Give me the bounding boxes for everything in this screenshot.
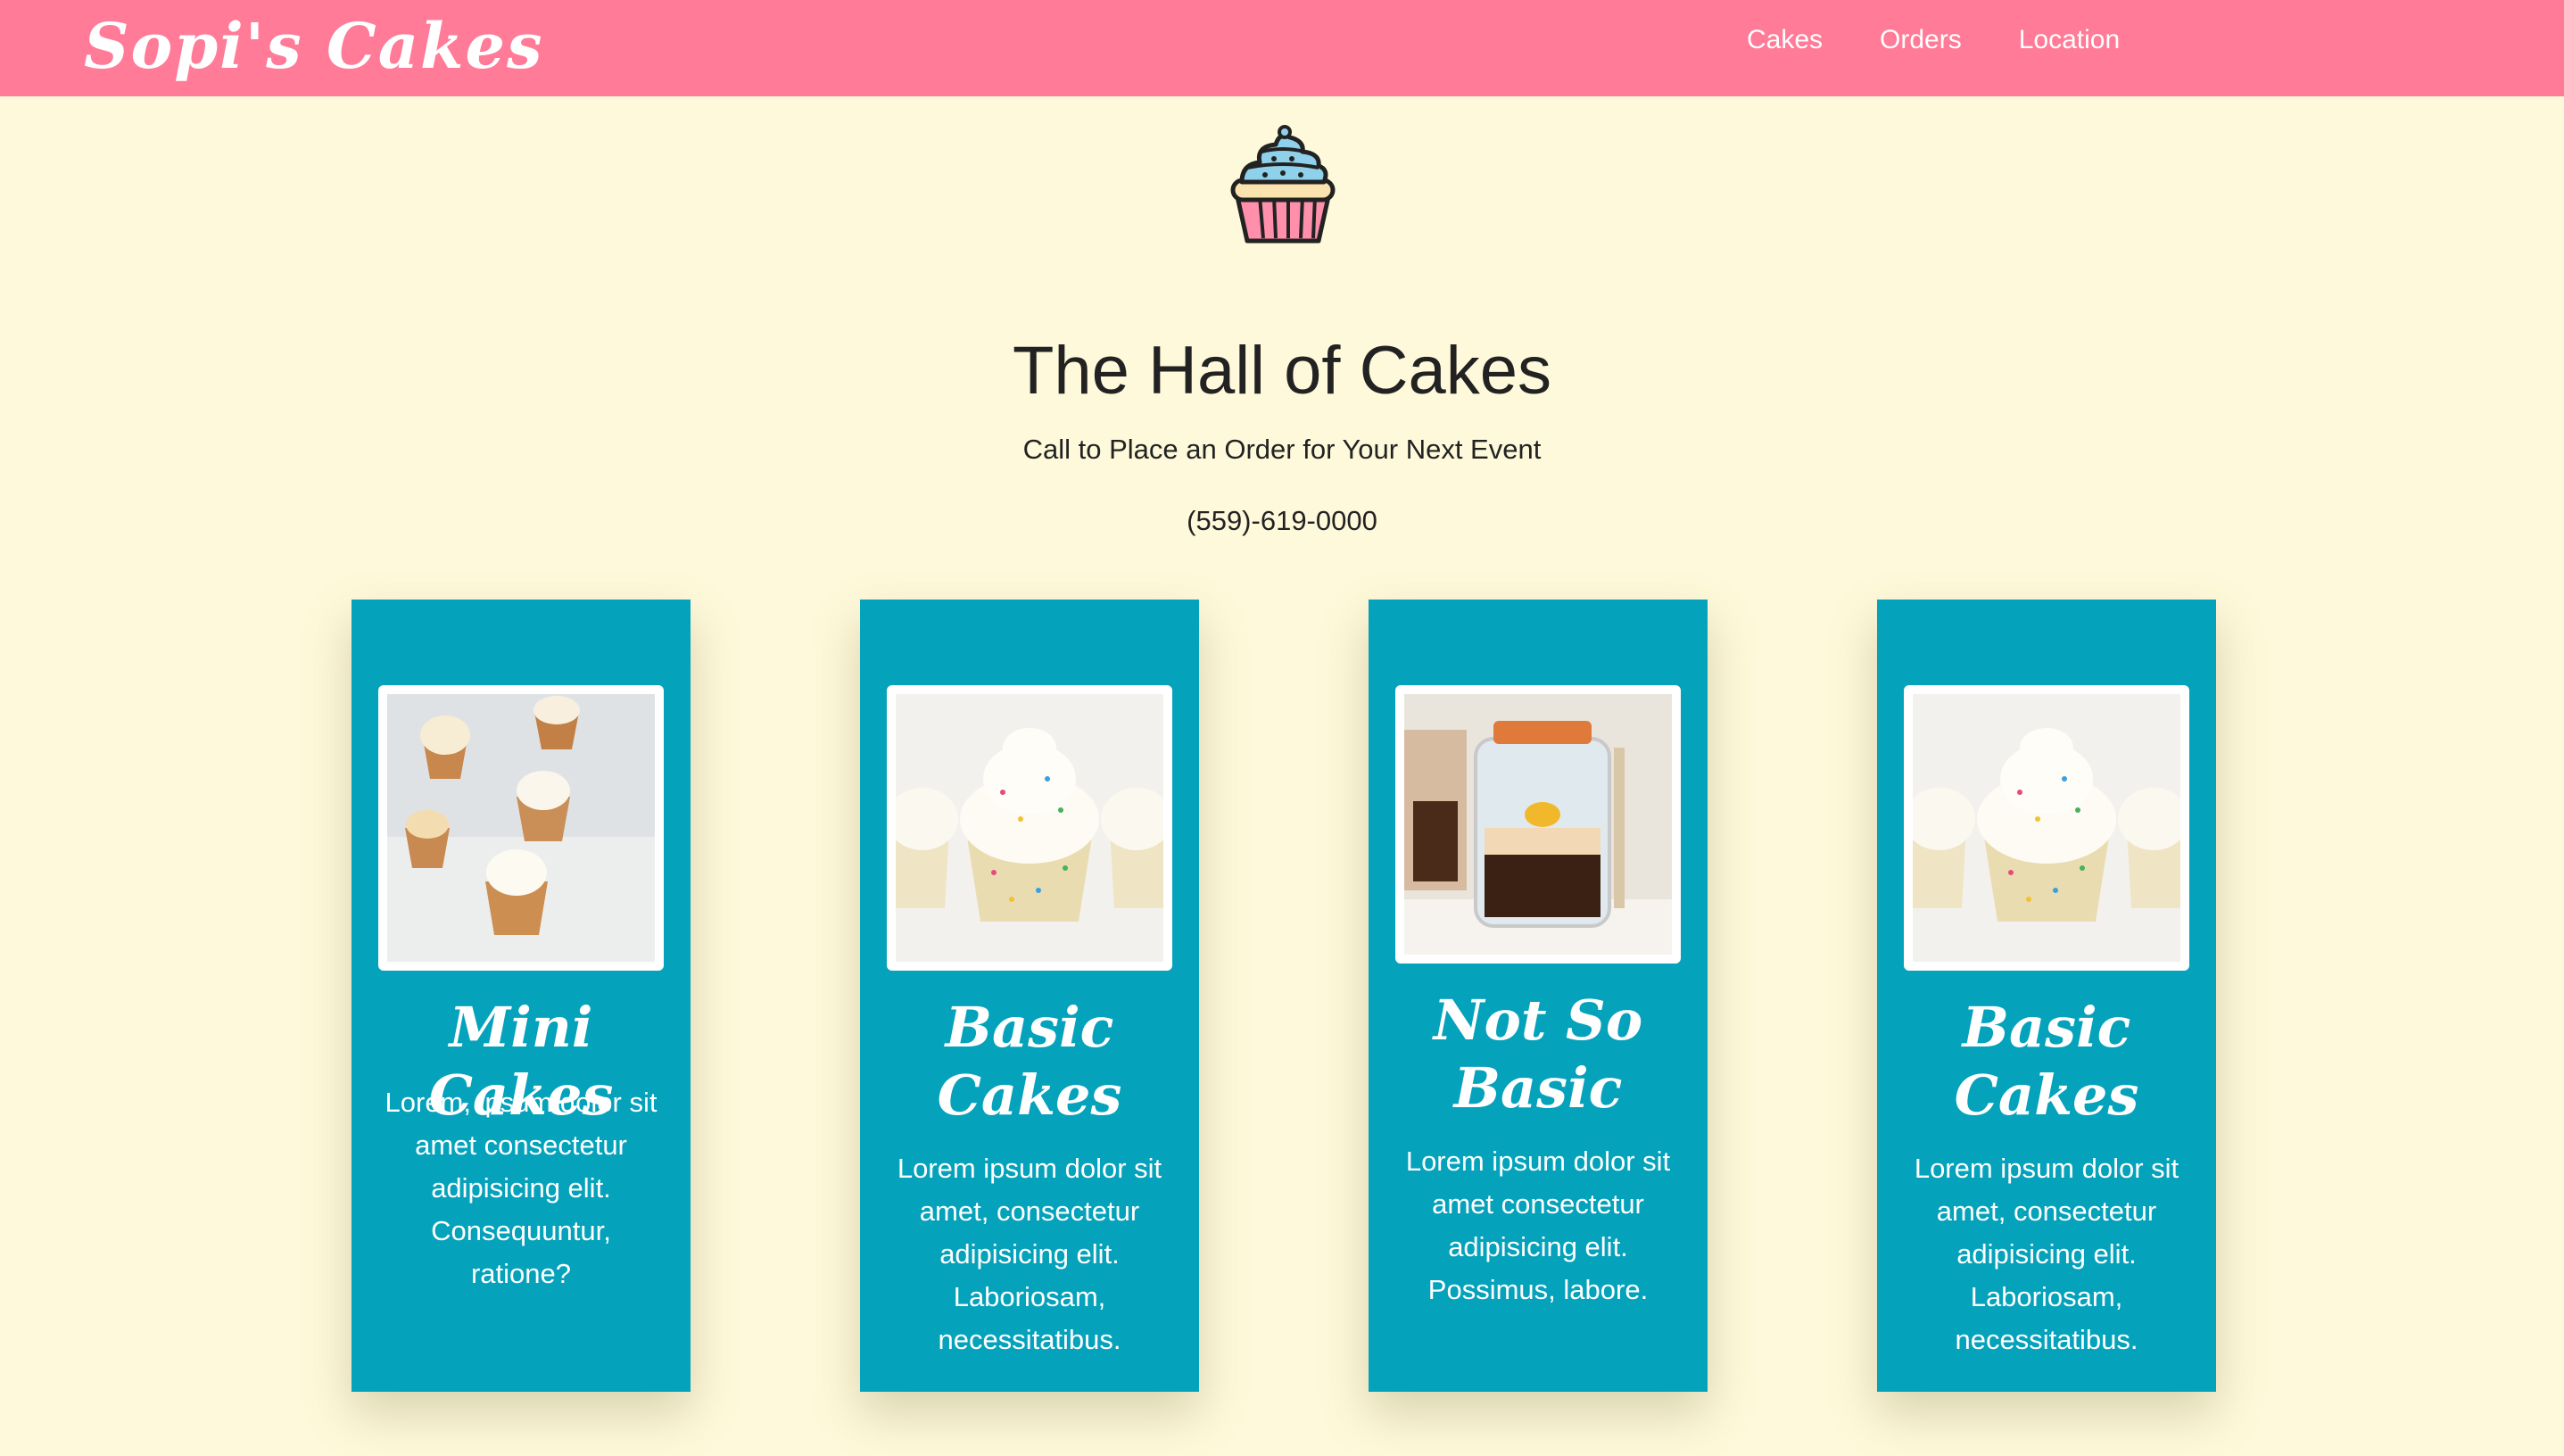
mini-cakes-image [378, 685, 664, 971]
cake-card-mini-cakes: Mini Cakes Lorem, ipsum dolor sit amet c… [352, 600, 691, 1392]
cake-card-basic-cakes-2: Basic Cakes Lorem ipsum dolor sit amet, … [1877, 600, 2216, 1392]
nav-link-location[interactable]: Location [2019, 25, 2120, 55]
page-title: The Hall of Cakes [1012, 333, 1552, 409]
card-title: Basic Cakes [1954, 995, 2139, 1128]
cake-card-not-so-basic: Not So Basic Lorem ipsum dolor sit amet … [1369, 600, 1708, 1392]
cake-card-basic-cakes: Basic Cakes Lorem ipsum dolor sit amet, … [860, 600, 1199, 1392]
navbar: Sopi's Cakes Cakes Orders Location [0, 0, 2564, 96]
brand-logo-link[interactable]: Sopi's Cakes [84, 2, 544, 91]
phone-number: (559)-619-0000 [1187, 505, 1377, 536]
hero-subtitle: Call to Place an Order for Your Next Eve… [1022, 434, 1542, 465]
card-title: Basic Cakes [937, 995, 1122, 1128]
cupcake-icon [1229, 125, 1336, 246]
not-so-basic-image [1395, 685, 1681, 964]
card-text: Lorem ipsum dolor sit amet consectetur a… [1405, 1146, 1671, 1305]
card-text: Lorem, ipsum dolor sit amet consectetur … [385, 1087, 658, 1289]
nav-link-cakes[interactable]: Cakes [1747, 25, 1823, 55]
nav-links: Cakes Orders Location [1747, 0, 2177, 80]
card-title: Not So Basic [1433, 988, 1643, 1121]
basic-cakes-image [1904, 685, 2189, 971]
card-text: Lorem ipsum dolor sit amet, consectetur … [1914, 1153, 2179, 1355]
nav-link-orders[interactable]: Orders [1880, 25, 1962, 55]
card-text: Lorem ipsum dolor sit amet, consectetur … [897, 1153, 1162, 1355]
basic-cakes-image [887, 685, 1172, 971]
